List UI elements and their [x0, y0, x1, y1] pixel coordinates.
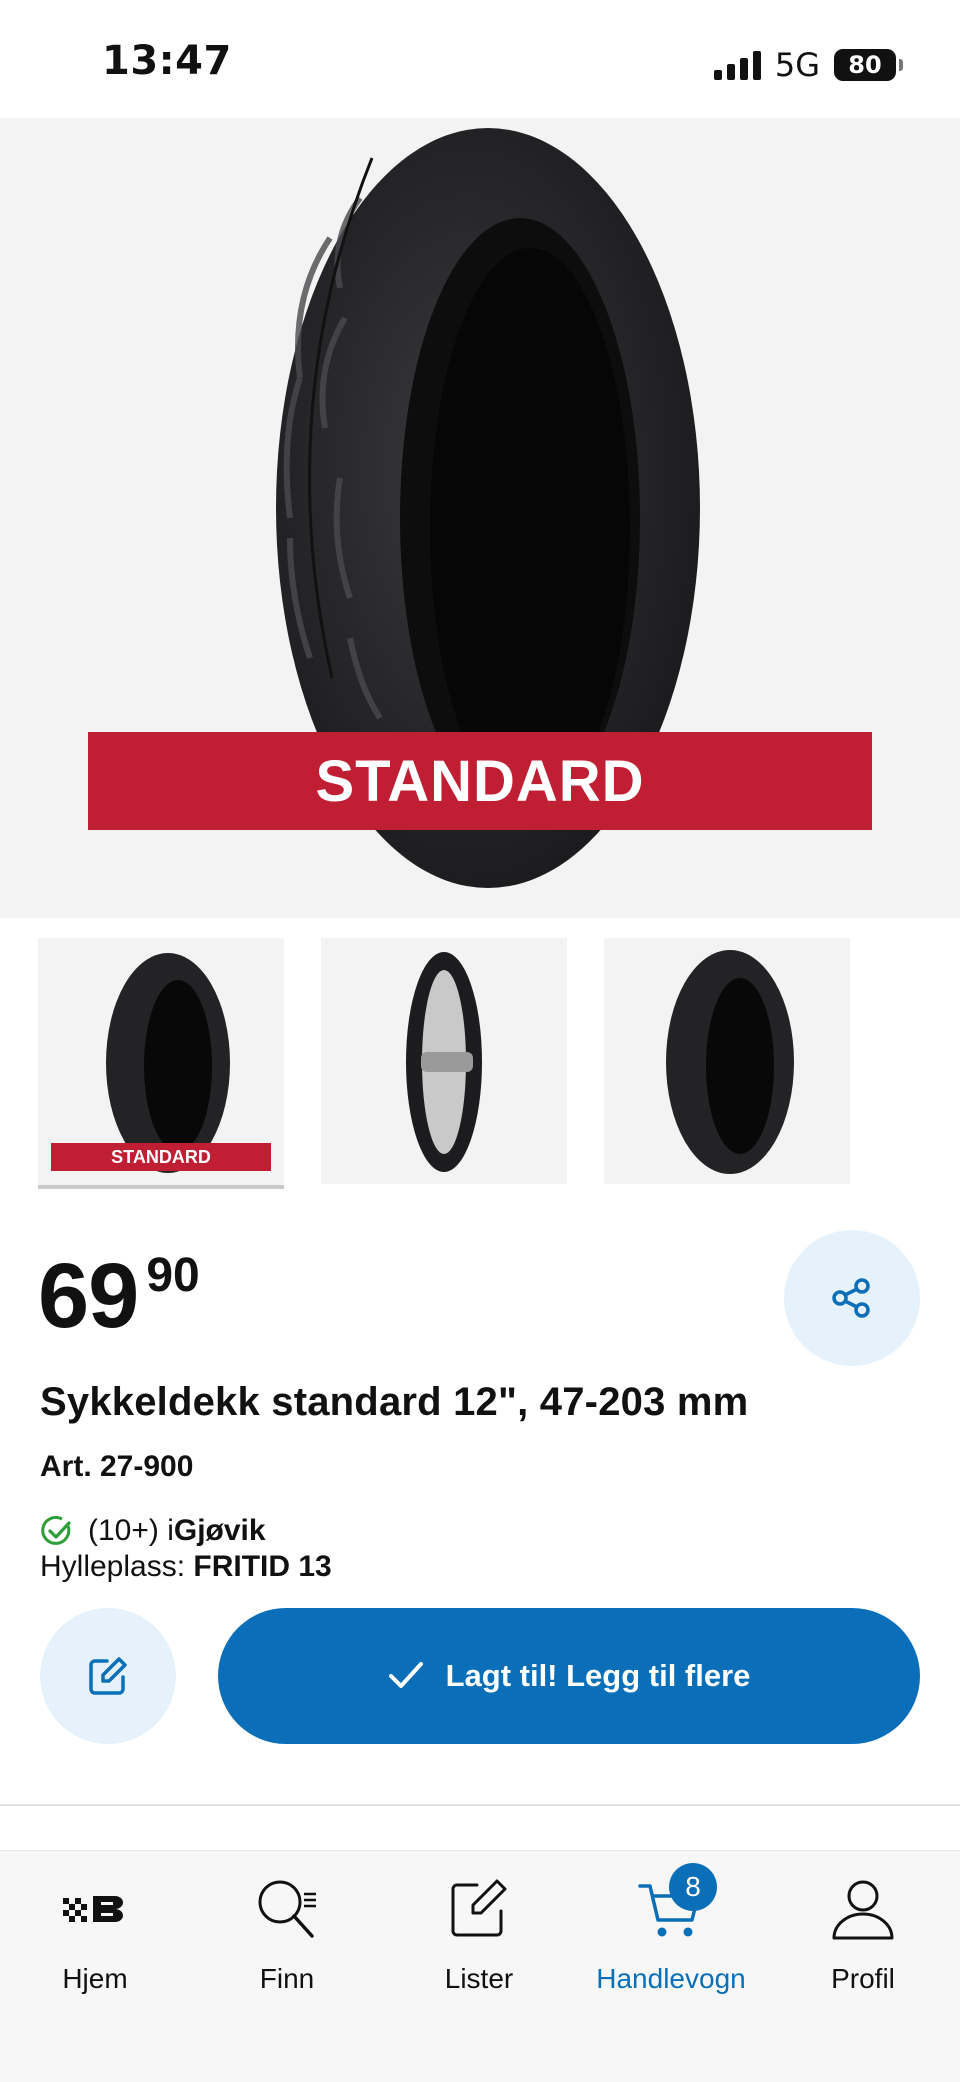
thumb-standard-banner: STANDARD	[51, 1143, 271, 1171]
add-to-cart-button[interactable]: Lagt til! Legg til flere	[218, 1608, 920, 1744]
checkmark-icon	[388, 1662, 423, 1688]
nav-label: Hjem	[62, 1963, 128, 1994]
divider	[0, 1804, 960, 1806]
signal-icon	[713, 50, 761, 80]
product-title: Sykkeldekk standard 12", 47-203 mm	[40, 1380, 749, 1424]
standard-banner: STANDARD	[88, 732, 872, 830]
cart-icon: 8	[631, 1863, 717, 1949]
wheel-thumb-image	[406, 952, 482, 1172]
price: 69 90	[38, 1245, 200, 1347]
shelf-location: Hylleplass: FRITID 13	[40, 1550, 332, 1584]
nav-label: Finn	[259, 1963, 315, 1994]
nav-label: Profil	[831, 1963, 895, 1994]
nav-label: Lister	[444, 1963, 514, 1994]
thumbnail-3[interactable]	[604, 938, 850, 1184]
article-number: Art. 27-900	[40, 1450, 194, 1483]
status-bar: 13:47 5G 80	[0, 0, 960, 118]
battery-icon: 80	[834, 49, 903, 81]
thumbnail-1[interactable]: STANDARD	[38, 938, 284, 1189]
shelf-value: FRITID 13	[193, 1550, 332, 1583]
edit-button[interactable]	[40, 1608, 176, 1744]
status-indicators: 5G 80	[713, 46, 903, 84]
bottom-nav: Hjem Finn Lister 8 Handlevogn Profil	[0, 1850, 960, 2082]
product-hero-image[interactable]: STANDARD	[0, 118, 960, 918]
profile-icon	[823, 1869, 903, 1949]
edit-icon	[89, 1657, 127, 1695]
search-icon	[247, 1869, 327, 1949]
share-button[interactable]	[784, 1230, 920, 1366]
thumbnail-2[interactable]	[321, 938, 567, 1184]
nav-item-finn[interactable]: Finn	[192, 1869, 382, 1995]
cart-badge: 8	[669, 1863, 717, 1911]
edit-list-icon	[439, 1869, 519, 1949]
nav-item-profil[interactable]: Profil	[768, 1869, 958, 1995]
stock-status: (10+) i Gjøvik	[40, 1514, 266, 1548]
nav-item-lister[interactable]: Lister	[384, 1869, 574, 1995]
check-circle-icon	[41, 1515, 71, 1545]
share-icon	[832, 1278, 870, 1318]
nav-item-handlevogn[interactable]: 8 Handlevogn	[576, 1863, 766, 1995]
thumbnail-strip: STANDARD	[38, 938, 850, 1189]
nav-item-hjem[interactable]: Hjem	[0, 1869, 190, 1995]
stock-store[interactable]: Gjøvik	[174, 1514, 266, 1548]
shelf-label: Hylleplass:	[40, 1550, 194, 1583]
price-main: 69	[38, 1245, 139, 1347]
network-type: 5G	[774, 46, 820, 84]
tire-thumb-image-2	[666, 950, 794, 1174]
add-to-cart-label: Lagt til! Legg til flere	[445, 1658, 751, 1693]
status-time: 13:47	[102, 38, 232, 84]
nav-label: Handlevogn	[596, 1963, 746, 1994]
stock-count: (10+) i	[88, 1514, 174, 1547]
battery-level: 80	[848, 51, 882, 79]
price-cents: 90	[146, 1249, 200, 1302]
home-logo-icon	[55, 1869, 135, 1949]
